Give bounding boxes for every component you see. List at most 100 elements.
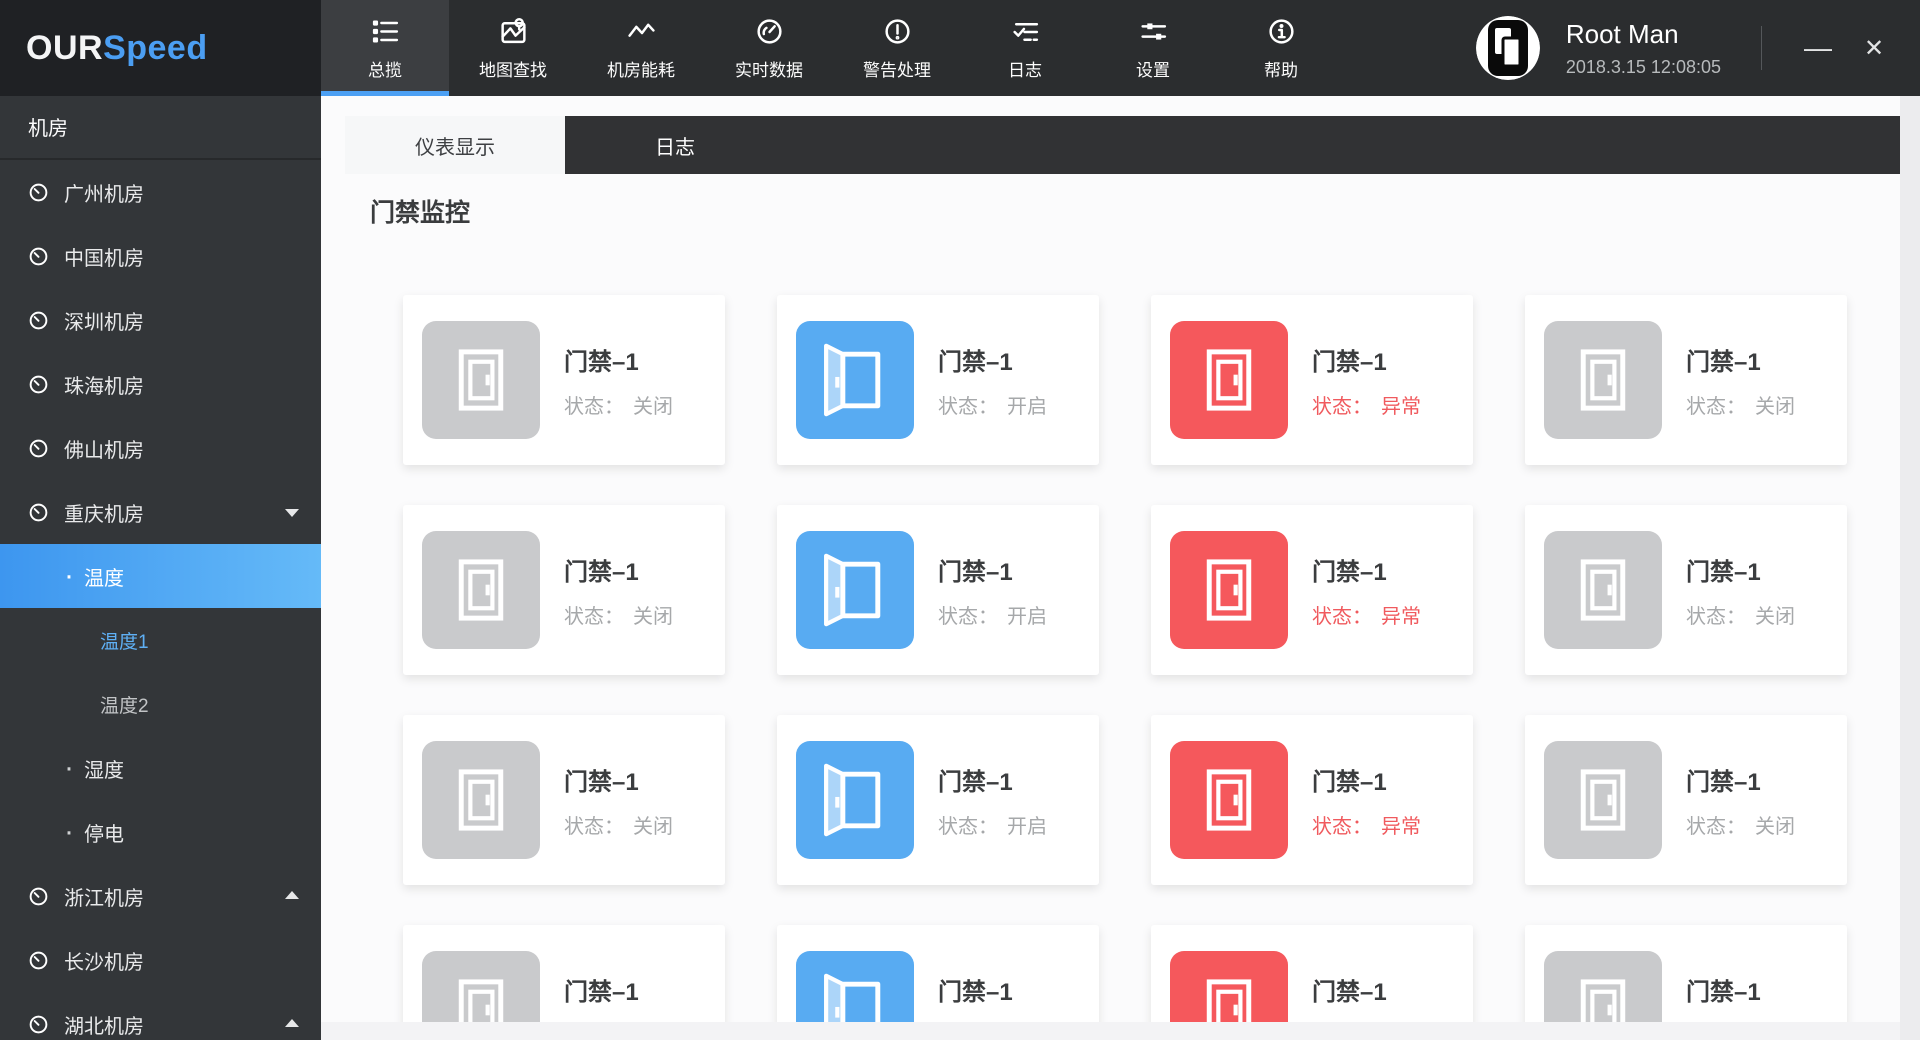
chevron-down-icon[interactable] — [285, 509, 299, 517]
user-avatar[interactable] — [1475, 16, 1540, 80]
status-value: 异常 — [1381, 605, 1421, 628]
sidebar-item-珠海机房[interactable]: 珠海机房 — [0, 352, 321, 416]
sliders-icon — [1138, 16, 1169, 48]
card-text: 门禁–1 状态： 关闭 — [1686, 552, 1795, 629]
card-status: 状态： 关闭 — [564, 810, 673, 839]
sidebar-item-label: 温度2 — [100, 695, 149, 717]
nav-item-警告处理[interactable]: 警告处理 — [833, 0, 961, 96]
window-controls-divider — [1761, 26, 1762, 70]
status-label: 状态： — [938, 605, 998, 628]
card-title: 门禁–1 — [1312, 558, 1387, 586]
logo-text-our: OUR — [26, 28, 104, 67]
sidebar-item-label: 重庆机房 — [64, 503, 144, 526]
status-value: 关闭 — [633, 815, 673, 838]
sidebar: 机房 广州机房 中国机房 深圳机房 珠海机房 佛山机房 重庆机房 · 温度 温度1 温度2 · 湿度 ·… — [0, 96, 321, 1040]
vertical-scrollbar[interactable] — [1900, 96, 1920, 1040]
sidebar-item-浙江机房[interactable]: 浙江机房 — [0, 864, 321, 928]
door-card-closed[interactable]: 门禁–1 状态： 关闭 — [1525, 295, 1847, 465]
energy-line-icon — [626, 16, 657, 48]
sidebar-item-label: 温度1 — [100, 631, 149, 653]
status-value: 关闭 — [1755, 395, 1795, 418]
chevron-up-icon[interactable] — [285, 891, 299, 899]
sidebar-item-label: 长沙机房 — [64, 951, 144, 974]
card-title: 门禁–1 — [1312, 768, 1387, 796]
horizontal-scrollbar[interactable] — [321, 1022, 1900, 1040]
door-closed-icon — [1544, 321, 1662, 439]
status-label: 状态： — [564, 605, 624, 628]
close-button[interactable]: ✕ — [1852, 26, 1896, 70]
sidebar-item-label: 中国机房 — [64, 247, 144, 270]
door-card-closed[interactable]: 门禁–1 状态： 关闭 — [403, 505, 725, 675]
sidebar-item-深圳机房[interactable]: 深圳机房 — [0, 288, 321, 352]
gauge-icon — [28, 246, 49, 267]
card-title: 门禁–1 — [1686, 978, 1761, 1006]
sidebar-item-温度2[interactable]: 温度2 — [0, 672, 321, 736]
gauge-icon — [28, 182, 49, 203]
nav-item-机房能耗[interactable]: 机房能耗 — [577, 0, 705, 96]
sidebar-item-停电[interactable]: · 停电 — [0, 800, 321, 864]
door-card-closed[interactable]: 门禁–1 状态： 关闭 — [403, 715, 725, 885]
minimize-button[interactable]: — — [1796, 26, 1840, 70]
status-value: 关闭 — [633, 395, 673, 418]
status-value: 关闭 — [1755, 605, 1795, 628]
sidebar-item-湖北机房[interactable]: 湖北机房 — [0, 992, 321, 1040]
tab-log[interactable]: 日志 — [565, 116, 785, 174]
card-text: 门禁–1 状态： 开启 — [938, 762, 1047, 839]
sidebar-item-佛山机房[interactable]: 佛山机房 — [0, 416, 321, 480]
sidebar-item-广州机房[interactable]: 广州机房 — [0, 160, 321, 224]
card-status: 状态： 异常 — [1312, 810, 1421, 839]
card-status: 状态： 关闭 — [1686, 600, 1795, 629]
bullet-dot: · — [64, 751, 74, 784]
door-card-closed[interactable]: 门禁–1 状态： 关闭 — [403, 295, 725, 465]
app-logo: OURSpeed — [26, 29, 208, 68]
door-card-closed[interactable]: 门禁–1 状态： 关闭 — [1525, 505, 1847, 675]
sidebar-item-中国机房[interactable]: 中国机房 — [0, 224, 321, 288]
door-card-abnormal[interactable]: 门禁–1 状态： 异常 — [1151, 505, 1473, 675]
card-status: 状态： 关闭 — [1686, 390, 1795, 419]
card-title: 门禁–1 — [564, 348, 639, 376]
door-card-abnormal[interactable]: 门禁–1 状态： 异常 — [1151, 715, 1473, 885]
status-label: 状态： — [938, 815, 998, 838]
card-text: 门禁–1 状态： 异常 — [1312, 762, 1421, 839]
chevron-up-icon[interactable] — [285, 1019, 299, 1027]
sidebar-item-湿度[interactable]: · 湿度 — [0, 736, 321, 800]
door-card-closed[interactable]: 门禁–1 状态： 关闭 — [1525, 715, 1847, 885]
sidebar-item-长沙机房[interactable]: 长沙机房 — [0, 928, 321, 992]
user-info: Root Man 2018.3.15 12:08:05 — [1566, 19, 1721, 78]
card-title: 门禁–1 — [1312, 348, 1387, 376]
card-text: 门禁–1 状态： 关闭 — [1686, 762, 1795, 839]
door-card-open[interactable]: 门禁–1 状态： 开启 — [777, 715, 1099, 885]
status-label: 状态： — [564, 815, 624, 838]
card-text: 门禁–1 状态： 开启 — [938, 342, 1047, 419]
status-label: 状态： — [1686, 605, 1746, 628]
status-label: 状态： — [1686, 815, 1746, 838]
door-card-open[interactable]: 门禁–1 状态： 开启 — [777, 505, 1099, 675]
card-text: 门禁–1 状态： 关闭 — [564, 342, 673, 419]
card-status: 状态： 关闭 — [564, 390, 673, 419]
sidebar-item-温度1[interactable]: 温度1 — [0, 608, 321, 672]
sidebar-item-label: 温度 — [84, 567, 124, 590]
nav-item-地图查找[interactable]: 地图查找 — [449, 0, 577, 96]
door-card-abnormal[interactable]: 门禁–1 状态： 异常 — [1151, 295, 1473, 465]
nav-item-设置[interactable]: 设置 — [1089, 0, 1217, 96]
sidebar-item-温度[interactable]: · 温度 — [0, 544, 321, 608]
nav-item-实时数据[interactable]: 实时数据 — [705, 0, 833, 96]
nav-item-总揽[interactable]: 总揽 — [321, 0, 449, 96]
card-title: 门禁–1 — [1312, 978, 1387, 1006]
door-closed-icon — [422, 321, 540, 439]
card-status: 状态： 开启 — [938, 390, 1047, 419]
nav-item-label: 警告处理 — [863, 60, 931, 80]
nav-item-label: 实时数据 — [735, 60, 803, 80]
status-label: 状态： — [1312, 605, 1372, 628]
sidebar-item-label: 湖北机房 — [64, 1015, 144, 1038]
nav-item-日志[interactable]: 日志 — [961, 0, 1089, 96]
door-open-icon — [796, 321, 914, 439]
sidebar-item-label: 深圳机房 — [64, 311, 144, 334]
tab-gauge-display[interactable]: 仪表显示 — [345, 116, 565, 174]
nav-item-帮助[interactable]: 帮助 — [1217, 0, 1345, 96]
bullet-dot: · — [64, 559, 74, 592]
door-card-open[interactable]: 门禁–1 状态： 开启 — [777, 295, 1099, 465]
sidebar-item-label: 佛山机房 — [64, 439, 144, 462]
sidebar-item-label: 停电 — [84, 823, 124, 846]
sidebar-item-重庆机房[interactable]: 重庆机房 — [0, 480, 321, 544]
